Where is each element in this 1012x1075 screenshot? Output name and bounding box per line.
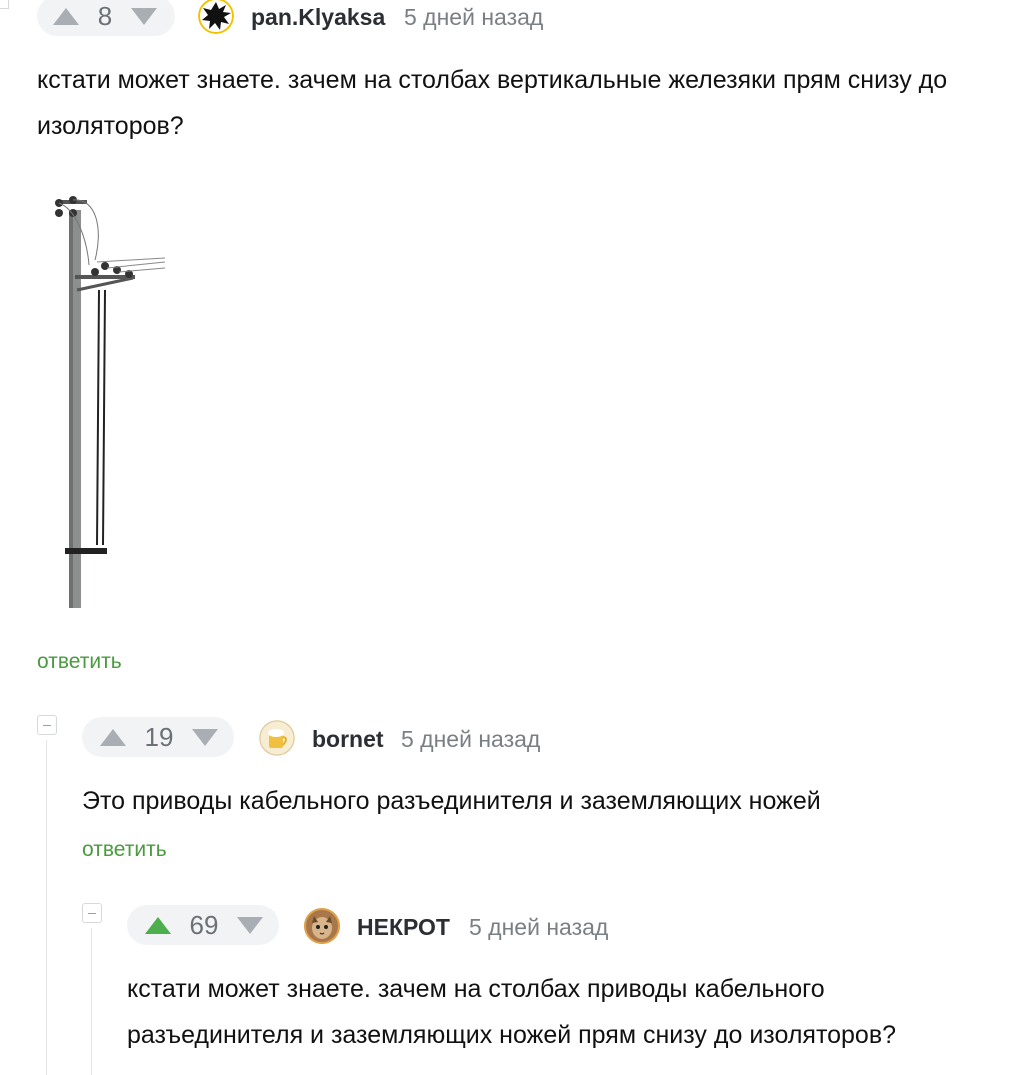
comment-timestamp[interactable]: 5 дней назад — [404, 4, 543, 31]
comment-image-power-pole[interactable] — [37, 150, 167, 630]
left-edge-marker — [0, 0, 9, 9]
upvote-button[interactable] — [100, 728, 126, 746]
author-name[interactable]: pan.Klyaksa — [251, 4, 385, 31]
comment-text: кстати может знаете. зачем на столбах ве… — [37, 66, 948, 140]
author-name[interactable]: bornet — [312, 726, 384, 753]
downvote-button[interactable] — [131, 7, 157, 25]
rating-count: 19 — [144, 721, 174, 752]
downvote-button[interactable] — [237, 916, 263, 934]
avatar[interactable] — [198, 0, 234, 34]
avatar[interactable] — [304, 908, 340, 944]
downvote-button[interactable] — [192, 728, 218, 746]
comment-timestamp[interactable]: 5 дней назад — [469, 914, 608, 941]
upvote-button[interactable] — [145, 916, 171, 934]
thread-line[interactable] — [91, 928, 92, 1075]
comment-2-rating: 19 — [82, 717, 234, 757]
rating-count: 69 — [189, 909, 219, 940]
rating-count: 8 — [97, 0, 113, 31]
thread-line[interactable] — [46, 740, 47, 1075]
comment-text: Это приводы кабельного разъединителя и з… — [82, 787, 821, 815]
avatar[interactable] — [259, 720, 295, 756]
collapse-thread-button[interactable] — [37, 715, 57, 735]
reply-link[interactable]: ответить — [37, 650, 122, 674]
comment-text: кстати может знаете. зачем на столбах пр… — [127, 975, 897, 1049]
beer-mug-avatar-icon — [259, 720, 295, 756]
cat-face-avatar-icon — [304, 908, 340, 944]
collapse-thread-button[interactable] — [82, 903, 102, 923]
upvote-button[interactable] — [53, 7, 79, 25]
reply-link[interactable]: ответить — [82, 838, 167, 862]
ink-blot-avatar-icon — [198, 0, 234, 34]
author-name[interactable]: НЕКРОТ — [357, 914, 450, 941]
comment-1-rating: 8 — [37, 0, 175, 36]
comment-3-rating: 69 — [127, 905, 279, 945]
power-pole-image — [37, 150, 167, 630]
comment-timestamp[interactable]: 5 дней назад — [401, 726, 540, 753]
